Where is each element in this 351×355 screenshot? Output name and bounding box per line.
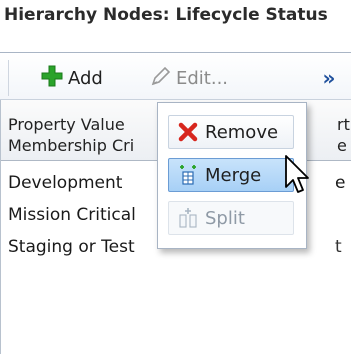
plus-icon (40, 64, 64, 93)
menu-item-label: Merge (205, 164, 262, 186)
page-title: Hierarchy Nodes: Lifecycle Status (4, 5, 328, 25)
pencil-icon (150, 65, 172, 92)
column-header-label-line2: Membership Cri (8, 136, 135, 155)
remove-icon (177, 121, 199, 143)
mouse-cursor-icon (285, 155, 309, 193)
toolbar-divider (8, 60, 9, 96)
more-actions-button[interactable]: » (317, 63, 341, 93)
table-row[interactable]: Development (8, 171, 122, 195)
add-button[interactable]: Add (40, 62, 103, 94)
table-row[interactable]: Staging or Test (8, 235, 135, 259)
edit-button[interactable]: Edit... (150, 62, 228, 94)
table-cell: t (335, 237, 342, 257)
table-row[interactable]: Mission Critical (8, 203, 136, 227)
edit-label: Edit... (176, 67, 229, 89)
menu-item-label: Remove (205, 121, 279, 143)
menu-item-merge[interactable]: Merge (168, 158, 294, 192)
menu-item-label: Split (205, 207, 245, 229)
column-header-property-value[interactable]: Property Value Membership Cri (8, 114, 158, 156)
split-icon (177, 207, 199, 229)
column-header-label: rt (337, 115, 350, 134)
menu-item-remove[interactable]: Remove (168, 115, 294, 149)
add-label: Add (68, 67, 103, 89)
column-header-label-line2: e (337, 136, 347, 155)
merge-icon (177, 164, 199, 186)
table-cell: e (335, 173, 346, 193)
menu-item-split[interactable]: Split (168, 201, 294, 235)
column-header-second[interactable]: rt e (337, 114, 351, 156)
column-header-label: Property Value (8, 115, 125, 134)
